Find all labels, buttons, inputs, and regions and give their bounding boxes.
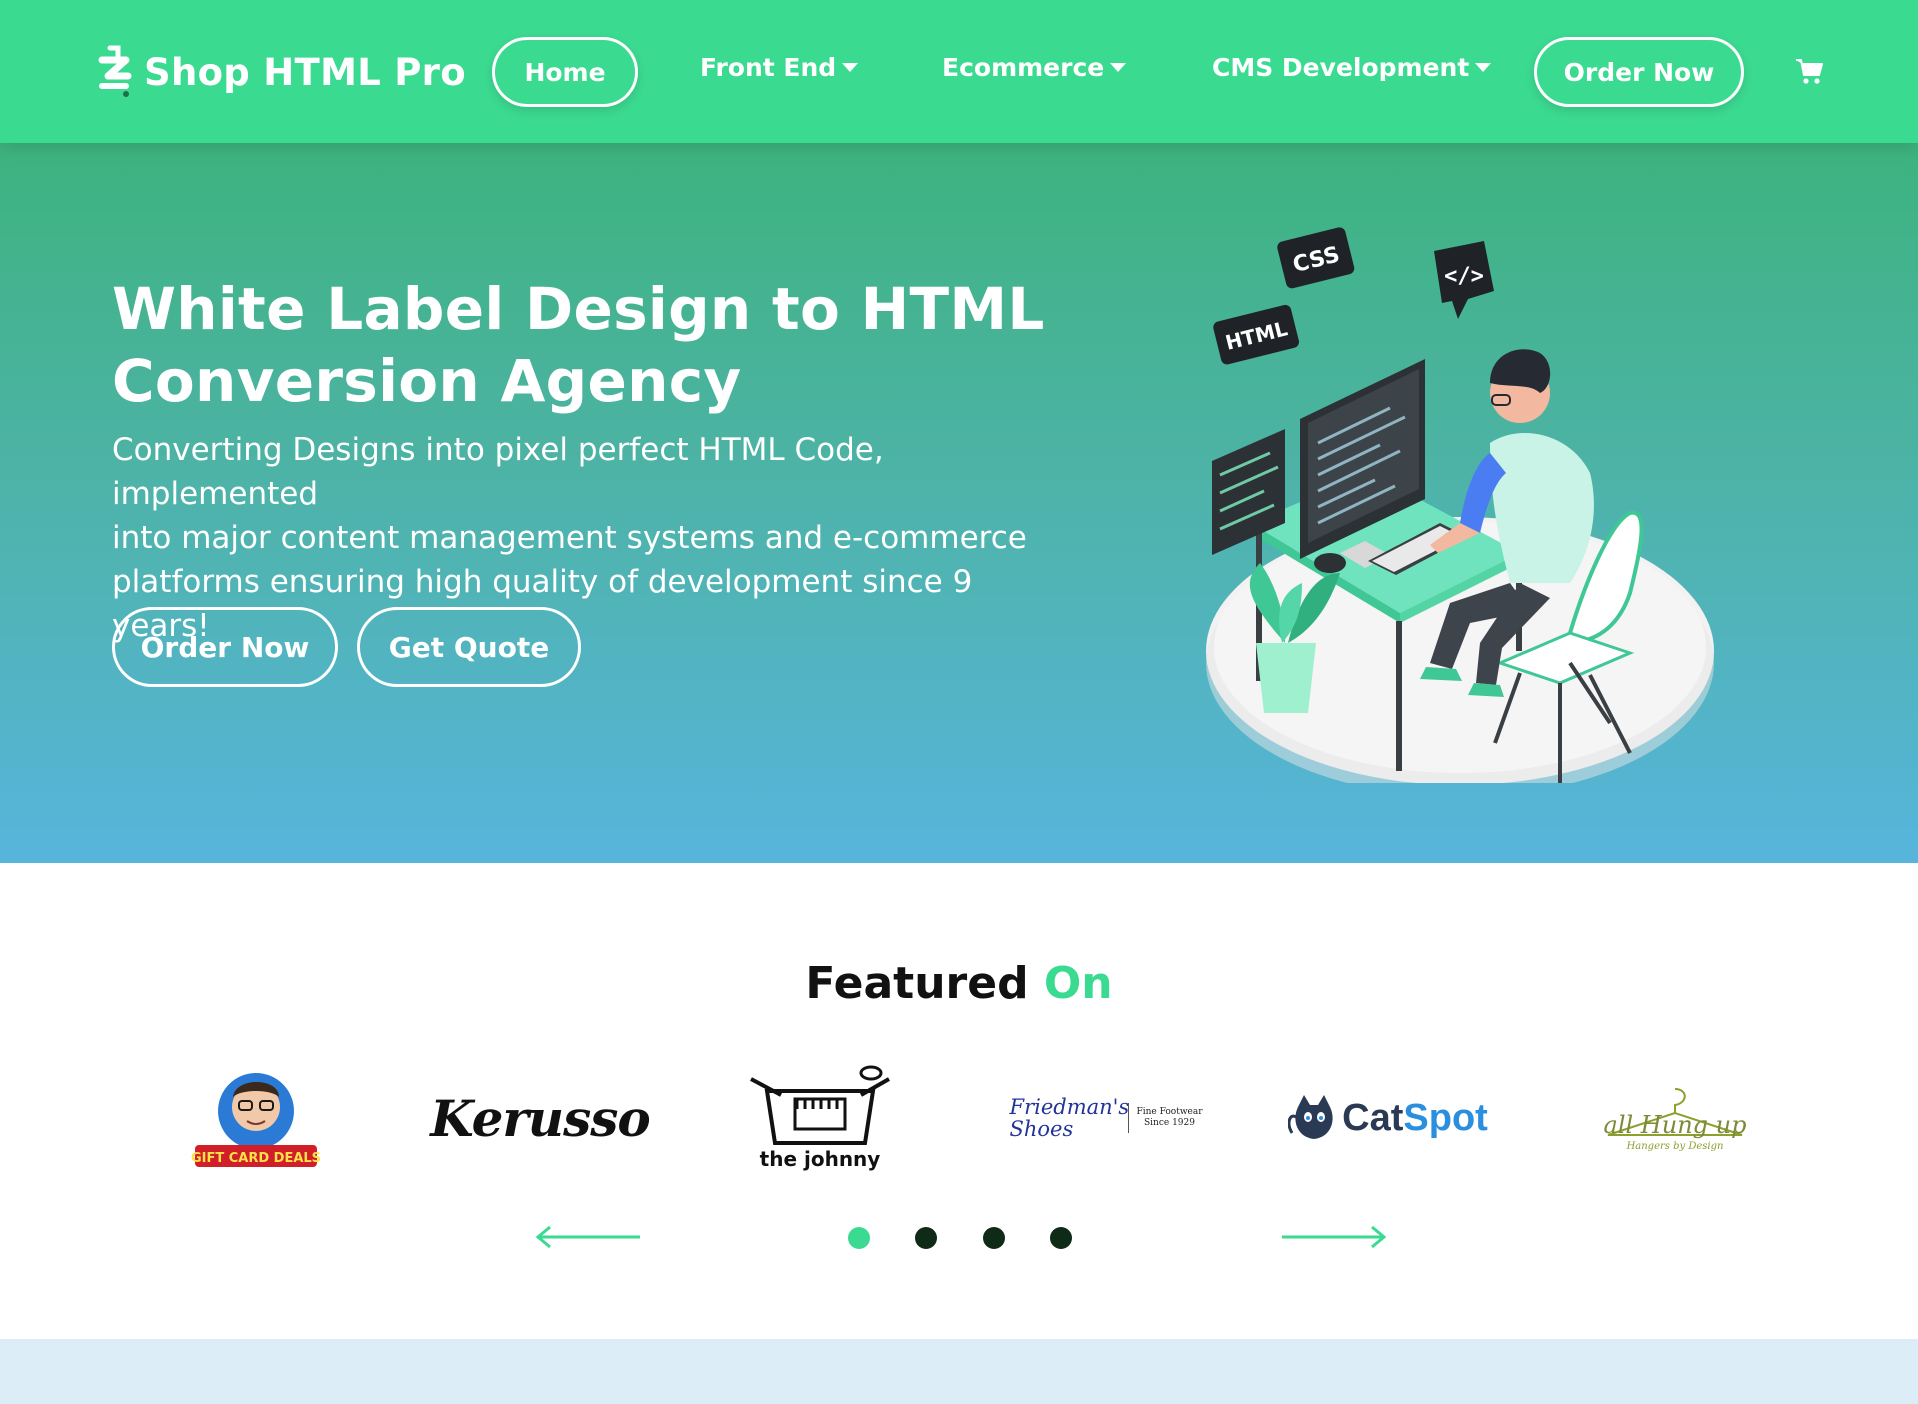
hero-section: White Label Design to HTML Conversion Ag…	[0, 143, 1918, 863]
hero-subtitle-line-1: Converting Designs into pixel perfect HT…	[112, 432, 884, 512]
carousel-dot-4[interactable]	[1050, 1227, 1072, 1249]
the-johnny-logo[interactable]: the johnny	[740, 1063, 900, 1173]
chevron-down-icon	[842, 63, 859, 72]
nav-home-label: Home	[524, 57, 606, 87]
chevron-down-icon	[1110, 63, 1127, 72]
hero-title: White Label Design to HTML Conversion Ag…	[112, 273, 1072, 417]
catspot-wordmark-a: Cat	[1342, 1096, 1404, 1139]
carousel-dot-3[interactable]	[983, 1227, 1005, 1249]
box-icon	[750, 1065, 890, 1145]
next-section-band	[0, 1339, 1918, 1404]
top-navbar: Shop HTML Pro Home Front End Ecommerce C…	[0, 0, 1918, 143]
giftcard-deals-mark: GIFT CARD DEALS	[191, 1073, 321, 1167]
friedmans-divider	[1127, 1103, 1129, 1133]
giftcard-deals-logo[interactable]: GIFT CARD DEALS	[186, 1063, 326, 1173]
nav-ecommerce-label: Ecommerce	[942, 53, 1105, 82]
kerusso-wordmark: Kerusso	[430, 1088, 651, 1148]
all-hung-up-logo[interactable]: all Hung up Hangers by Design	[1590, 1063, 1760, 1173]
the-johnny-wordmark: the johnny	[759, 1147, 881, 1171]
nav-order-now-button[interactable]: Order Now	[1534, 37, 1744, 107]
developer-at-desk-illustration: CSS HTML </>	[1206, 227, 1714, 783]
hero-subtitle-line-2: into major content management systems an…	[112, 520, 1027, 556]
featured-title-part-2: On	[1043, 958, 1113, 1009]
hero-order-now-button[interactable]: Order Now	[112, 607, 338, 687]
hero-title-line-1: White Label Design to HTML	[112, 275, 1045, 343]
featured-title: Featured On	[0, 958, 1918, 1009]
hero-title-line-2: Conversion Agency	[112, 347, 742, 415]
html-tag-icon: HTML	[1213, 304, 1299, 365]
svg-text:all Hung up: all Hung up	[1604, 1111, 1747, 1139]
hero-order-now-label: Order Now	[140, 630, 310, 664]
code-bubble-icon: </>	[1434, 241, 1494, 319]
friedmans-shoes-logo[interactable]: Friedman's Shoes Fine Footwear Since 192…	[1006, 1063, 1206, 1173]
hero-get-quote-label: Get Quote	[388, 630, 550, 664]
hero-get-quote-button[interactable]: Get Quote	[357, 607, 581, 687]
svg-text:GIFT CARD DEALS: GIFT CARD DEALS	[191, 1151, 321, 1166]
carousel-next-arrow-icon[interactable]	[1278, 1225, 1388, 1249]
brand-logo[interactable]: Shop HTML Pro	[96, 40, 466, 104]
nav-order-now-label: Order Now	[1563, 57, 1715, 87]
nav-cms-menu[interactable]: CMS Development	[1212, 53, 1492, 82]
kerusso-logo[interactable]: Kerusso	[430, 1063, 651, 1173]
chevron-down-icon	[1475, 63, 1492, 72]
carousel-dot-1[interactable]	[848, 1227, 870, 1249]
featured-on-section: Featured On GIFT CARD DEALS Kerusso the …	[0, 863, 1918, 1339]
friedmans-tagline: Fine Footwear Since 1929	[1136, 1107, 1203, 1128]
css-tag-icon: CSS	[1277, 227, 1355, 289]
person-shirt	[1490, 433, 1594, 583]
carousel-dot-2[interactable]	[915, 1227, 937, 1249]
friedmans-wordmark: Friedman's Shoes	[1009, 1095, 1130, 1141]
all-hung-up-tagline: Hangers by Design	[1626, 1140, 1724, 1152]
cat-icon	[1288, 1095, 1333, 1139]
brand-mark-icon	[98, 45, 132, 97]
catspot-wordmark-b: Spot	[1403, 1096, 1488, 1139]
carousel-prev-arrow-icon[interactable]	[534, 1225, 644, 1249]
shopping-cart-icon[interactable]	[1794, 56, 1824, 86]
nav-home-button[interactable]: Home	[492, 37, 638, 107]
nav-ecommerce-menu[interactable]: Ecommerce	[942, 53, 1127, 82]
brand-name: Shop HTML Pro	[144, 50, 466, 94]
nav-front-end-label: Front End	[700, 53, 837, 82]
plant-pot	[1256, 643, 1316, 713]
featured-title-part-1: Featured	[805, 958, 1029, 1009]
nav-front-end-menu[interactable]: Front End	[700, 53, 859, 82]
svg-text:</>: </>	[1444, 264, 1484, 289]
catspot-logo[interactable]: Cat Spot	[1288, 1063, 1488, 1173]
nav-cms-label: CMS Development	[1212, 53, 1470, 82]
hanger-icon: all Hung up	[1604, 1087, 1747, 1139]
